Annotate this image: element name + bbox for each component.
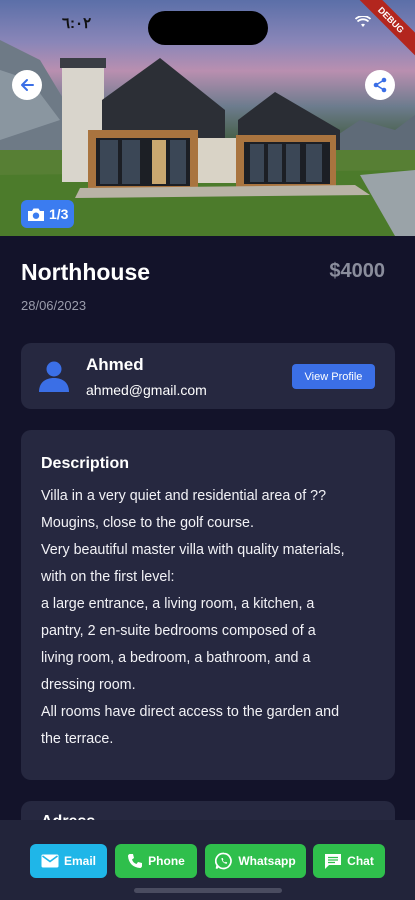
photo-counter[interactable]: 1/3 bbox=[21, 200, 75, 228]
share-icon bbox=[373, 77, 387, 93]
description-line: Mougins, close to the golf course. bbox=[41, 515, 254, 531]
listing-price: $4000 bbox=[329, 260, 385, 282]
share-button[interactable] bbox=[365, 70, 395, 100]
phone-icon bbox=[128, 854, 143, 868]
description-line: with on the first level: bbox=[41, 569, 175, 585]
back-button[interactable] bbox=[12, 70, 42, 100]
wifi-icon bbox=[355, 16, 371, 27]
whatsapp-button-label: Whatsapp bbox=[238, 854, 296, 868]
description-line: living room, a bedroom, a bathroom, and … bbox=[41, 650, 311, 666]
description-line: dressing room. bbox=[41, 677, 136, 693]
view-profile-button[interactable]: View Profile bbox=[292, 364, 375, 389]
property-photo[interactable]: ٦:٠٢ DEBUG 1/3 bbox=[0, 0, 415, 236]
camera-icon bbox=[28, 208, 44, 221]
description-line: the terrace. bbox=[41, 731, 114, 747]
dynamic-island bbox=[148, 11, 268, 45]
email-icon bbox=[41, 854, 59, 868]
description-line: a large entrance, a living room, a kitch… bbox=[41, 596, 315, 612]
bottom-action-bar: Email Phone Whatsapp Chat bbox=[0, 820, 415, 900]
description-line: Villa in a very quiet and residential ar… bbox=[41, 488, 327, 504]
status-time: ٦:٠٢ bbox=[62, 15, 92, 32]
phone-button-label: Phone bbox=[148, 854, 185, 868]
whatsapp-button[interactable]: Whatsapp bbox=[205, 844, 306, 878]
owner-email: ahmed@gmail.com bbox=[86, 382, 207, 398]
chat-icon bbox=[325, 853, 342, 869]
owner-name: Ahmed bbox=[86, 355, 144, 374]
description-line: Very beautiful master villa with quality… bbox=[41, 542, 345, 558]
email-button-label: Email bbox=[63, 854, 96, 868]
status-icons bbox=[355, 16, 371, 28]
arrow-left-icon bbox=[21, 79, 34, 91]
listing-date: 28/06/2023 bbox=[21, 298, 87, 313]
chat-button[interactable]: Chat bbox=[313, 844, 385, 878]
whatsapp-icon bbox=[215, 852, 233, 870]
description-line: pantry, 2 en-suite bedrooms composed of … bbox=[41, 623, 316, 639]
description-heading: Description bbox=[41, 455, 130, 472]
phone-button[interactable]: Phone bbox=[115, 844, 197, 878]
description-text: Villa in a very quiet and residential ar… bbox=[41, 483, 375, 753]
description-line: All rooms have direct access to the gard… bbox=[41, 704, 340, 720]
photo-counter-label: 1/3 bbox=[49, 206, 69, 222]
person-icon bbox=[39, 361, 69, 392]
listing-title: Northhouse bbox=[21, 259, 151, 285]
chat-button-label: Chat bbox=[347, 854, 374, 868]
owner-card: Ahmed ahmed@gmail.com View Profile bbox=[21, 343, 395, 409]
email-button[interactable]: Email bbox=[30, 844, 107, 878]
description-card: Description Villa in a very quiet and re… bbox=[21, 430, 395, 780]
home-indicator bbox=[134, 888, 282, 893]
